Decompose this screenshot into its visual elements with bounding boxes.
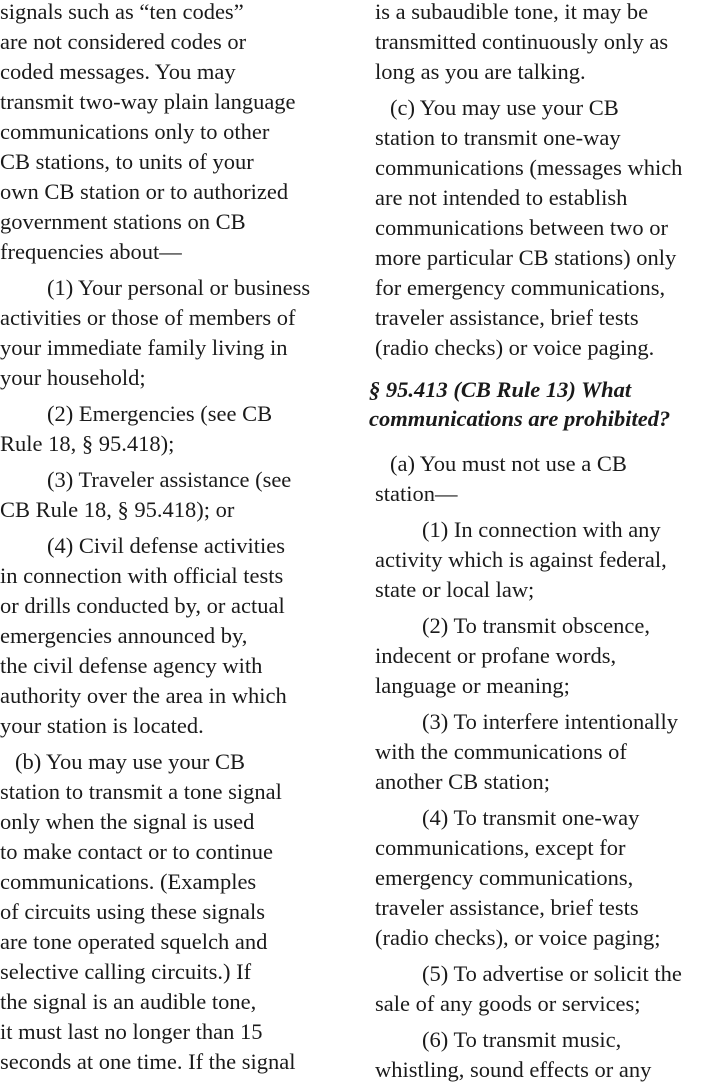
text-line: station to transmit a tone signal [0,779,282,804]
text-line: signals such as “ten codes” [0,0,244,24]
text-line: communications between two or [375,215,669,240]
text-line: (radio checks), or voice paging; [375,925,661,950]
text-line: for emergency communications, [375,275,666,300]
text-line: whistling, sound effects or any [375,1057,652,1082]
section-heading: § 95.413 (CB Rule 13) What communications… [369,375,716,433]
text-line: communications (messages which [375,155,683,180]
text-line: station to transmit one-way [375,125,621,150]
text-line: or drills conducted by, or actual [0,593,285,618]
text-line: seconds at one time. If the signal [0,1049,296,1074]
text-line: traveler assistance, brief tests [375,895,639,920]
text-line: CB stations, to units of your [0,149,254,174]
text-line: transmit two-way plain language [0,89,296,114]
text-line: (4) Civil defense activities [47,533,286,558]
text-line: indecent or profane words, [375,643,617,668]
text-line: coded messages. You may [0,59,236,84]
text-line: the civil defense agency with [0,653,263,678]
text-line: another CB station; [375,769,550,794]
paragraph-a: (a) You must not use a CB station— [375,449,716,509]
text-line: your station is located. [0,713,204,738]
text-line: (3) To interfere intentionally [422,709,679,734]
text-line: long as you are talking. [375,59,586,84]
text-line: activity which is against federal, [375,547,667,572]
text-line: selective calling circuits.) If [0,959,252,984]
text-line: CB Rule 18, § 95.418); or [0,497,235,522]
text-line: activities or those of members of [0,305,296,330]
text-line: station— [375,481,458,506]
text-line: your immediate family living in [0,335,288,360]
text-line: (a) You must not use a CB [390,451,627,476]
list-item-2: (2) Emergencies (see CB Rule 18, § 95.418… [0,399,350,459]
text-line: (2) Emergencies (see CB [47,401,273,426]
text-line: are not intended to establish [375,185,628,210]
text-line: traveler assistance, brief tests [375,305,639,330]
text-line: (radio checks) or voice paging. [375,335,655,360]
text-line: to make contact or to continue [0,839,274,864]
text-line: the signal is an audible tone, [0,989,257,1014]
text-line: § 95.413 (CB Rule 13) What [369,377,632,402]
prohibited-item-3: (3) To interfere intentionally with the c… [375,707,716,797]
text-line: (4) To transmit one-way [422,805,640,830]
text-line: communications, except for [375,835,626,860]
text-line: are not considered codes or [0,29,247,54]
left-column: signals such as “ten codes” are not consi… [0,0,350,1077]
intro-paragraph: signals such as “ten codes” are not consi… [0,0,350,267]
right-column: is a subaudible tone, it may be transmitt… [369,0,716,1085]
text-line: (2) To transmit obscence, [422,613,650,638]
text-line: Rule 18, § 95.418); [0,431,175,456]
text-line: is a subaudible tone, it may be [375,0,649,24]
text-line: sale of any goods or services; [375,991,641,1016]
text-line: (1) In connection with any [422,517,661,542]
text-line: own CB station or to authorized [0,179,289,204]
text-line: government stations on CB [0,209,246,234]
text-line: (3) Traveler assistance (see [47,467,292,492]
text-line: (c) You may use your CB [390,95,619,120]
text-line: (1) Your personal or business [47,275,311,300]
text-line: (5) To advertise or solicit the [422,961,682,986]
prohibited-item-1: (1) In connection with any activity which… [375,515,716,605]
paragraph-b: (b) You may use your CB station to transm… [0,747,350,1077]
text-line: (6) To transmit music, [422,1027,622,1052]
text-line: communications are prohibited? [369,406,671,431]
text-line: of circuits using these signals [0,899,265,924]
prohibited-item-4: (4) To transmit one-way communications, e… [375,803,716,953]
prohibited-item-2: (2) To transmit obscence, indecent or pro… [375,611,716,701]
list-item-3: (3) Traveler assistance (see CB Rule 18, … [0,465,350,525]
text-line: frequencies about— [0,239,182,264]
text-line: with the communications of [375,739,627,764]
text-line: your household; [0,365,146,390]
text-line: communications only to other [0,119,270,144]
text-line: state or local law; [375,577,535,602]
text-line: language or meaning; [375,673,570,698]
text-line: communications. (Examples [0,869,257,894]
text-line: are tone operated squelch and [0,929,268,954]
text-line: emergencies announced by, [0,623,248,648]
text-line: more particular CB stations) only [375,245,677,270]
list-item-4: (4) Civil defense activities in connectio… [0,531,350,741]
prohibited-item-5: (5) To advertise or solicit the sale of a… [375,959,716,1019]
paragraph-b-continued: is a subaudible tone, it may be transmitt… [375,0,716,87]
text-line: emergency communications, [375,865,634,890]
text-line: only when the signal is used [0,809,255,834]
prohibited-item-6: (6) To transmit music, whistling, sound e… [375,1025,716,1085]
list-item-1: (1) Your personal or business activities … [0,273,350,393]
text-line: transmitted continuously only as [375,29,669,54]
paragraph-c: (c) You may use your CB station to transm… [375,93,716,363]
text-line: authority over the area in which [0,683,287,708]
text-line: it must last no longer than 15 [0,1019,263,1044]
text-line: in connection with official tests [0,563,284,588]
text-line: (b) You may use your CB [15,749,246,774]
